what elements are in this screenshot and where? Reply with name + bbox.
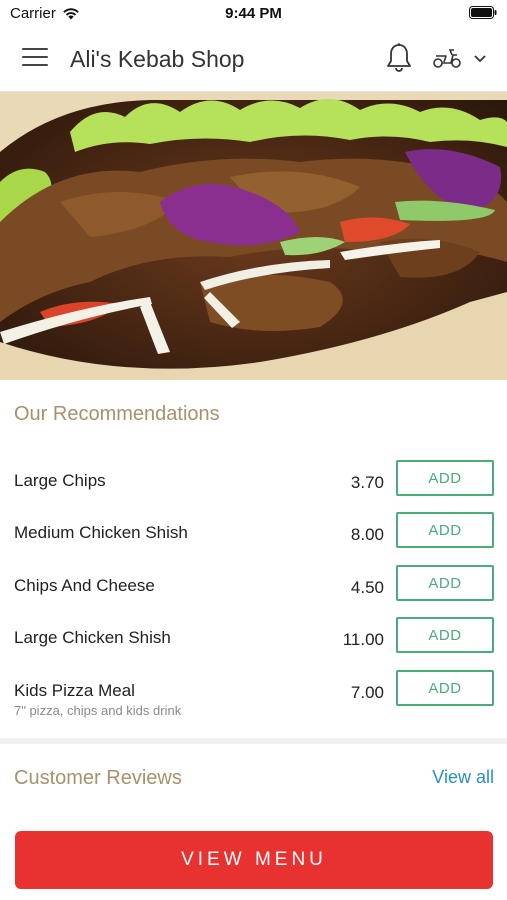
- chevron-down-icon[interactable]: [472, 52, 488, 64]
- item-price: 8.00: [350, 525, 384, 544]
- app-header: Ali's Kebab Shop: [0, 26, 507, 92]
- clock: 9:44 PM: [225, 5, 282, 22]
- view-all-reviews-link[interactable]: View all: [432, 767, 494, 788]
- item-name: Chips And Cheese: [14, 576, 155, 595]
- hamburger-menu-icon[interactable]: [22, 48, 48, 68]
- item-price: 4.50: [350, 578, 384, 597]
- item-name: Medium Chicken Shish: [14, 523, 188, 542]
- section-divider: [0, 738, 507, 744]
- reviews-heading: Customer Reviews: [14, 767, 182, 789]
- hero-food-image: [0, 92, 507, 380]
- item-price: 11.00: [342, 630, 384, 649]
- recommendations-heading: Our Recommendations: [14, 403, 220, 425]
- item-price: 3.70: [350, 473, 384, 492]
- battery-icon: [469, 6, 497, 23]
- add-button[interactable]: ADD: [396, 565, 494, 601]
- scooter-icon[interactable]: [431, 46, 463, 70]
- item-name: Large Chips: [14, 471, 106, 490]
- bell-icon[interactable]: [385, 42, 413, 74]
- add-button[interactable]: ADD: [396, 460, 494, 496]
- view-menu-button[interactable]: VIEW MENU: [15, 831, 493, 889]
- item-name: Large Chicken Shish: [14, 628, 171, 647]
- item-price: 7.00: [350, 683, 384, 702]
- add-button[interactable]: ADD: [396, 670, 494, 706]
- add-button[interactable]: ADD: [396, 512, 494, 548]
- menu-item-row: Kids Pizza Meal 7" pizza, chips and kids…: [0, 670, 507, 733]
- shop-title: Ali's Kebab Shop: [70, 46, 245, 72]
- item-name: Kids Pizza Meal: [14, 681, 135, 700]
- status-bar: Carrier 9:44 PM: [0, 0, 507, 26]
- item-description: 7" pizza, chips and kids drink: [14, 703, 182, 718]
- add-button[interactable]: ADD: [396, 617, 494, 653]
